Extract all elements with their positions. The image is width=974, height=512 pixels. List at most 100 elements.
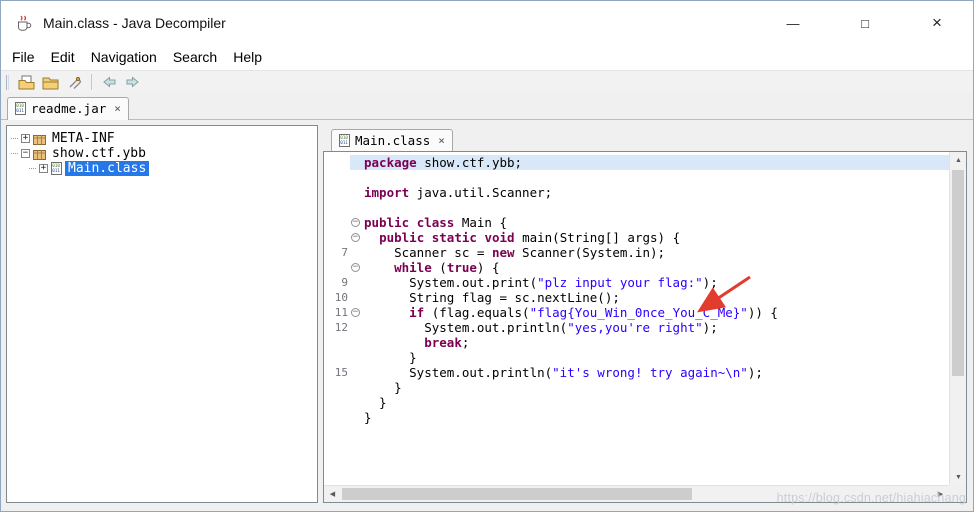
code-text: public static void main(String[] args) {	[379, 230, 681, 245]
fold-column	[350, 155, 364, 170]
code-line: 11− if (flag.equals("flag{You_Win_0nce_Y…	[324, 305, 949, 320]
tree-item-label: META-INF	[52, 131, 115, 146]
code-line: − public static void main(String[] args)…	[324, 230, 949, 245]
fold-column	[350, 335, 364, 350]
collapse-icon[interactable]: −	[21, 149, 30, 158]
package-icon	[33, 148, 46, 160]
tree-item-meta-inf[interactable]: + META-INF	[7, 131, 317, 146]
scroll-down-icon[interactable]: ▼	[950, 469, 967, 485]
fold-toggle-icon[interactable]: −	[350, 215, 364, 230]
line-number	[324, 215, 350, 230]
fold-toggle-icon[interactable]: −	[350, 305, 364, 320]
tree-panel: + META-INF − show.ctf.ybb +010 011 Main.class	[6, 125, 318, 503]
minimize-button[interactable]: —	[757, 1, 829, 45]
fold-column	[350, 410, 364, 425]
code-line: 15 System.out.println("it's wrong! try a…	[324, 365, 949, 380]
code-text: }	[364, 380, 402, 395]
fold-column	[350, 200, 364, 215]
fold-column	[350, 245, 364, 260]
code-lines: package show.ctf.ybb; import java.util.Sc…	[324, 152, 949, 485]
code-line: }	[324, 350, 949, 365]
line-number	[324, 410, 350, 425]
code-line: import java.util.Scanner;	[324, 185, 949, 200]
scroll-left-icon[interactable]: ◀	[324, 486, 341, 502]
tree-item-label: show.ctf.ybb	[52, 146, 146, 161]
code-line	[324, 200, 949, 215]
line-number: 11	[334, 306, 348, 319]
fold-column	[350, 290, 364, 305]
code-line: package show.ctf.ybb;	[324, 155, 949, 170]
code-text: break;	[424, 335, 470, 350]
attach-icon[interactable]	[64, 73, 85, 92]
fold-toggle-icon[interactable]: −	[350, 230, 364, 245]
fold-column	[350, 275, 364, 290]
tab-main-class[interactable]: 010 011 Main.class ×	[331, 129, 453, 152]
svg-text:011: 011	[16, 108, 24, 113]
tab-close-icon[interactable]: ×	[114, 103, 121, 114]
code-text: public class Main {	[364, 215, 508, 230]
tree-item-show-ctf-ybb[interactable]: − show.ctf.ybb	[7, 146, 317, 161]
code-line: break;	[324, 335, 949, 350]
tree-item-main-class[interactable]: +010 011 Main.class	[7, 161, 317, 176]
line-number: 10	[334, 291, 348, 304]
code-line: − while (true) {	[324, 260, 949, 275]
main-split: + META-INF − show.ctf.ybb +010 011 Main.class …	[1, 120, 973, 511]
fold-column	[350, 395, 364, 410]
annotation-arrow-icon	[697, 275, 751, 313]
menu-help[interactable]: Help	[225, 46, 270, 69]
code-text: Scanner sc = new Scanner(System.in);	[364, 245, 666, 260]
close-button[interactable]: ×	[901, 1, 973, 45]
code-text: String flag = sc.nextLine();	[364, 290, 620, 305]
tree-item-label: Main.class	[65, 161, 150, 176]
window-title: Main.class - Java Decompiler	[43, 15, 226, 31]
app-window: Main.class - Java Decompiler — □ × File E…	[0, 0, 974, 512]
horizontal-scroll-thumb[interactable]	[342, 488, 692, 500]
tab-readme-jar[interactable]: 010 011 readme.jar ×	[7, 97, 129, 120]
code-line: 7 Scanner sc = new Scanner(System.in);	[324, 245, 949, 260]
code-line: 9 System.out.print("plz input your flag:…	[324, 275, 949, 290]
menu-search[interactable]: Search	[165, 46, 225, 69]
svg-text:011: 011	[52, 168, 60, 173]
toolbar-separator	[91, 74, 92, 90]
open-file-icon[interactable]	[16, 73, 37, 92]
fold-toggle-icon[interactable]: −	[350, 260, 364, 275]
forward-icon[interactable]	[122, 73, 143, 92]
menu-navigation[interactable]: Navigation	[83, 46, 165, 69]
line-number	[324, 395, 350, 410]
code-line: }	[324, 380, 949, 395]
vertical-scrollbar[interactable]: ▲ ▼	[949, 152, 966, 485]
code-line: 12 System.out.println("yes,you're right"…	[324, 320, 949, 335]
back-icon[interactable]	[98, 73, 119, 92]
line-number	[324, 185, 350, 200]
vertical-scroll-thumb[interactable]	[952, 170, 964, 377]
line-number	[324, 230, 350, 245]
jar-tab-bar: 010 011 readme.jar ×	[1, 93, 973, 120]
line-number: 7	[341, 246, 348, 259]
maximize-button[interactable]: □	[829, 1, 901, 45]
code-text: while (true) {	[394, 260, 500, 275]
line-number	[324, 260, 350, 275]
tab-close-icon[interactable]: ×	[438, 135, 445, 146]
tab-label: readme.jar	[31, 101, 107, 116]
menu-edit[interactable]: Edit	[43, 46, 83, 69]
open-folder-icon[interactable]	[40, 73, 61, 92]
tab-label: Main.class	[355, 133, 431, 148]
watermark: https://blog.csdn.net/hiahiachang	[776, 491, 966, 505]
svg-text:011: 011	[340, 140, 348, 145]
toolbar-grip-icon	[6, 74, 9, 90]
menu-file[interactable]: File	[4, 46, 43, 69]
scroll-up-icon[interactable]: ▲	[950, 152, 967, 168]
code-line: − public class Main {	[324, 215, 949, 230]
code-text: import java.util.Scanner;	[364, 185, 553, 200]
code-text: if (flag.equals("flag{You_Win_0nce_You_C…	[409, 305, 778, 320]
code-line: 10 String flag = sc.nextLine();	[324, 290, 949, 305]
expand-icon[interactable]: +	[39, 164, 48, 173]
expand-icon[interactable]: +	[21, 134, 30, 143]
title-bar[interactable]: Main.class - Java Decompiler — □ ×	[1, 1, 973, 45]
fold-column	[350, 170, 364, 185]
line-number	[324, 380, 350, 395]
class-icon: 010 011	[51, 162, 62, 175]
editor-panel: 010 011 Main.class × package show.ctf.ybb…	[323, 125, 967, 503]
fold-column	[350, 380, 364, 395]
